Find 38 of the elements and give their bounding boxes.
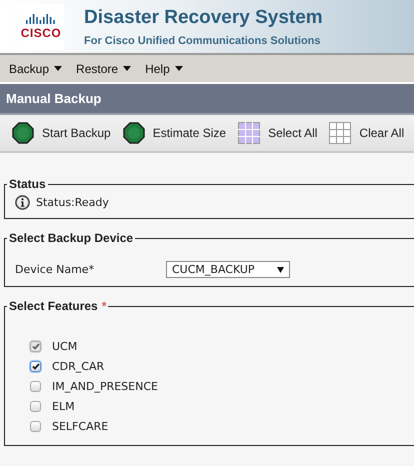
- octagon-icon: [122, 122, 145, 144]
- octagon-icon: [12, 122, 34, 144]
- checkbox[interactable]: [30, 401, 41, 412]
- checkbox[interactable]: [30, 361, 41, 372]
- toolbar-button[interactable]: Clear All: [329, 122, 404, 144]
- toolbar-button[interactable]: Start Backup: [12, 122, 111, 144]
- panel-legend: Select Backup Device: [7, 231, 136, 245]
- page-title: Manual Backup: [0, 84, 414, 115]
- checkbox[interactable]: [30, 381, 41, 392]
- feature-label: CDR_CAR: [51, 360, 104, 373]
- feature-label: IM_AND_PRESENCE: [51, 380, 158, 393]
- caret-icon: [54, 66, 62, 71]
- info-icon: [15, 195, 30, 210]
- device-select[interactable]: CUCM_BACKUP: [166, 261, 290, 278]
- toolbar-button[interactable]: Estimate Size: [122, 122, 226, 144]
- menu-item[interactable]: Help: [145, 62, 183, 76]
- logo-text: CISCO: [20, 26, 62, 40]
- grid-icon: [238, 122, 260, 144]
- caret-icon: [174, 66, 183, 71]
- status-text: Status:Ready: [36, 196, 109, 209]
- panel-legend: Select Features *: [7, 299, 108, 313]
- feature-label: UCM: [51, 340, 78, 353]
- panel-legend: Status: [7, 177, 48, 191]
- check-icon: [32, 363, 40, 370]
- feature-label: ELM: [51, 400, 75, 413]
- checkbox[interactable]: [30, 421, 41, 432]
- caret-icon: [123, 66, 132, 71]
- caret-icon: [277, 266, 284, 272]
- toolbar-button[interactable]: Select All: [238, 122, 318, 144]
- app-subtitle: For Cisco Unified Communications Solutions: [84, 34, 322, 46]
- app-title: Disaster Recovery System: [84, 6, 323, 28]
- menu-item[interactable]: Backup: [9, 62, 62, 76]
- menu-item[interactable]: Restore: [76, 62, 132, 76]
- feature-label: SELFCARE: [51, 420, 108, 433]
- bars-icon: [26, 14, 56, 24]
- field-label: Device Name*: [15, 263, 96, 276]
- check-icon: [32, 343, 40, 350]
- grid-icon: [329, 122, 352, 144]
